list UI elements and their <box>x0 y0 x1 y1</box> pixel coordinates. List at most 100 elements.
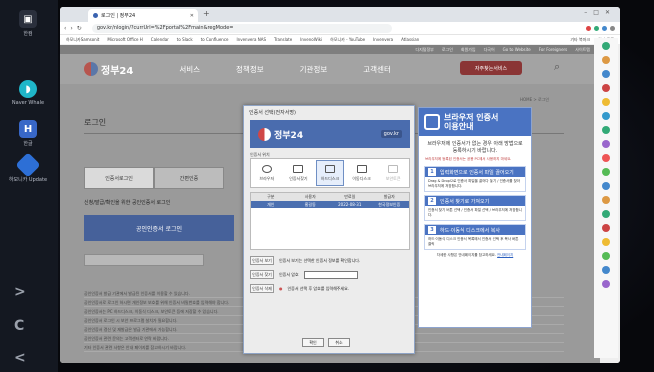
cert-table: 구분 사용자 만료일 발급자 개인 홍길동 2022-08-31 한국정보인증 <box>250 192 410 250</box>
guide-link[interactable]: 안내페이지 <box>497 253 513 257</box>
taskbar-item-hancom[interactable]: ▣ 한컴 <box>8 10 48 37</box>
bookmark-other[interactable]: 기타 북마크 <box>570 37 590 43</box>
side-app-icon[interactable] <box>602 42 610 50</box>
page-viewport: 다지털정부 로그인 회원가입 다국어 Go to Website For For… <box>60 45 600 363</box>
side-app-icon[interactable] <box>602 196 610 204</box>
location-harddisk[interactable]: 하드디스크 <box>315 160 344 186</box>
menu-item-agency[interactable]: 기관정보 <box>300 64 328 75</box>
side-app-icon[interactable] <box>602 266 610 274</box>
bookmark-item[interactable]: Microsoft Office H <box>107 37 142 42</box>
cancel-button[interactable]: 취소 <box>328 338 350 347</box>
view-cert-button[interactable]: 인증서 보기 <box>250 256 274 265</box>
location-token[interactable]: 보안토큰 <box>379 160 407 186</box>
bookmark-item[interactable]: Translate <box>274 37 292 42</box>
find-cert-button[interactable]: 인증서 찾기 <box>250 270 274 279</box>
bookmarks-bar: 하모니카Samsonit Microsoft Office H Calendar… <box>60 35 620 45</box>
tab-cert-login[interactable]: 인증서로그인 <box>84 167 154 189</box>
guide-step-2: 2 인증서 찾기로 가져오기 인증서 찾기 버튼 선택 / 인증서 파일 선택 /… <box>424 195 526 221</box>
forward-nav-icon[interactable]: > <box>14 284 26 300</box>
browser-icon <box>424 114 440 130</box>
side-app-icon[interactable] <box>602 168 610 176</box>
side-app-icon[interactable] <box>602 126 610 134</box>
delete-row: 인증서 삭제 ● 인증서 선택 후 암호를 입력해주세요. <box>250 284 349 293</box>
util-link[interactable]: 로그인 <box>442 47 453 53</box>
util-link[interactable]: 사이트맵 <box>575 47 590 53</box>
back-nav-icon[interactable]: < <box>14 350 26 366</box>
side-app-icon[interactable] <box>602 224 610 232</box>
site-header: 정부24 서비스 정책정보 기관정보 고객센터 자주찾는서비스 ⌕ <box>60 54 600 84</box>
url-text: gov.kr/nlogin/?currUrl=%2Fportal%2Fmain&… <box>96 25 234 31</box>
side-app-icon[interactable] <box>602 280 610 288</box>
close-tab-icon[interactable]: ✕ <box>190 13 194 19</box>
side-app-icon[interactable] <box>602 112 610 120</box>
bookmark-item[interactable]: to Confluence <box>201 37 229 42</box>
whale-icon: ◗ <box>19 80 37 98</box>
hancom-icon: ▣ <box>19 10 37 28</box>
side-panel <box>594 38 618 358</box>
location-find[interactable]: 인증서찾기 <box>284 160 312 186</box>
side-app-icon[interactable] <box>602 210 610 218</box>
guide-step-3: 3 하드·이동식 디스크에서 복사 하드·이동식 디스크 인증서 목록에서 인증서… <box>424 224 526 250</box>
password-input[interactable] <box>303 270 358 279</box>
new-tab-icon[interactable]: + <box>203 9 210 18</box>
login-heading: 신청/발급/확인을 위한 공인인증서 로그인 <box>84 200 171 206</box>
location-options: 브라우저 인증서찾기 하드디스크 이동디스크 보안토큰 <box>250 158 410 188</box>
extension-icon <box>594 25 599 31</box>
util-link[interactable]: Go to Website <box>503 47 531 52</box>
side-app-icon[interactable] <box>602 154 610 162</box>
dialog-banner: 정부24 gov.kr <box>250 120 410 148</box>
secondary-button[interactable] <box>84 254 204 266</box>
side-app-icon[interactable] <box>602 70 610 78</box>
delete-cert-button[interactable]: 인증서 삭제 <box>250 284 274 293</box>
util-link[interactable]: 다지털정부 <box>415 47 433 53</box>
side-app-icon[interactable] <box>602 238 610 246</box>
cert-table-header: 구분 사용자 만료일 발급자 <box>251 193 409 201</box>
search-icon[interactable]: ⌕ <box>554 60 560 74</box>
side-app-icon[interactable] <box>602 182 610 190</box>
side-app-icon[interactable] <box>602 98 610 106</box>
bookmark-item[interactable]: Calendar <box>151 37 169 42</box>
extension-icon <box>602 25 607 31</box>
cert-login-button[interactable]: 공인인증서 로그인 <box>84 215 234 241</box>
guide-title-2: 이용안내 <box>444 122 474 131</box>
taskbar-item-whale[interactable]: ◗ Naver Whale <box>8 80 48 106</box>
window-controls[interactable]: –□✕ <box>584 9 616 16</box>
location-removable[interactable]: 이동디스크 <box>348 160 376 186</box>
url-field[interactable]: gov.kr/nlogin/?currUrl=%2Fportal%2Fmain&… <box>91 23 392 33</box>
side-app-icon[interactable] <box>602 252 610 260</box>
util-link[interactable]: 다국어 <box>484 47 495 53</box>
extension-icon <box>586 25 591 31</box>
menu-item-policy[interactable]: 정책정보 <box>236 64 264 75</box>
password-label: 인증서 암호 <box>279 271 299 277</box>
util-link[interactable]: 회원가입 <box>461 47 476 53</box>
taskbar-item-update[interactable]: 하모니카 Update <box>8 152 48 183</box>
bookmark-item[interactable]: Invenvera <box>373 37 393 42</box>
tab-simple-auth[interactable]: 간편인증 <box>154 167 224 189</box>
hint-text: 인증서 선택 후 암호를 입력해주세요. <box>287 285 350 291</box>
ok-button[interactable]: 확인 <box>302 338 324 347</box>
address-bar: ‹›↻ gov.kr/nlogin/?currUrl=%2Fportal%2Fm… <box>60 22 620 35</box>
side-app-icon[interactable] <box>602 140 610 148</box>
menu-item-services[interactable]: 서비스 <box>179 64 200 75</box>
menu-item-support[interactable]: 고객센터 <box>363 64 391 75</box>
location-browser[interactable]: 브라우저 <box>253 160 281 186</box>
favorite-services-button[interactable]: 자주찾는서비스 <box>460 61 522 75</box>
bookmark-item[interactable]: Atlassian <box>401 37 419 42</box>
site-logo[interactable]: 정부24 <box>84 62 133 77</box>
refresh-nav-icon[interactable]: C <box>14 318 24 334</box>
side-app-icon[interactable] <box>602 84 610 92</box>
browser-tab[interactable]: 로그인 | 정부24 ✕ <box>88 9 198 22</box>
util-link[interactable]: For Foreigners <box>539 47 568 52</box>
side-app-icon[interactable] <box>602 56 610 64</box>
bookmark-item[interactable]: 하모니카Samsonit <box>66 37 99 43</box>
bookmark-item[interactable]: InvenoWiki <box>300 37 322 42</box>
cert-row[interactable]: 개인 홍길동 2022-08-31 한국정보인증 <box>251 201 409 208</box>
cert-login-label: 공인인증서 로그인 <box>135 225 183 233</box>
bookmark-item[interactable]: to Slack <box>177 37 193 42</box>
taskbar-item-hangul[interactable]: H 한글 <box>8 120 48 147</box>
logo-text: 정부24 <box>101 65 134 77</box>
bookmark-item[interactable]: Invenvera NAS <box>236 37 266 42</box>
extension-icons[interactable] <box>586 25 620 31</box>
bookmark-item[interactable]: 하모니카 - YouTube <box>330 37 365 43</box>
browser-nav-icons[interactable]: ‹›↻ <box>60 25 86 32</box>
